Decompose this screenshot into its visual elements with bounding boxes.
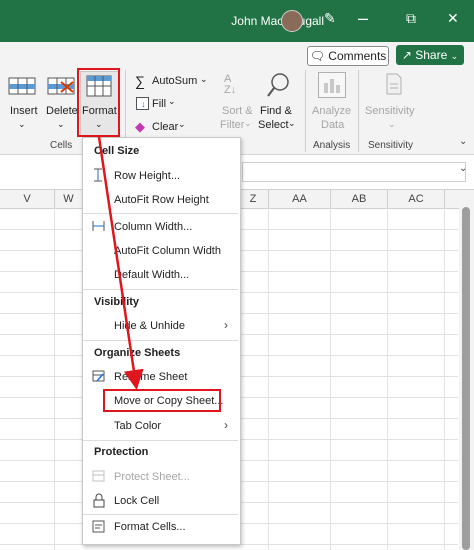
sort-filter-label-2: Filter bbox=[220, 119, 245, 131]
sensitivity-icon bbox=[383, 72, 403, 96]
rename-sheet-icon bbox=[92, 370, 105, 382]
menu-item-format-cells[interactable]: Format Cells... bbox=[114, 521, 186, 533]
menu-header-protection: Protection bbox=[94, 446, 149, 458]
chevron-down-icon: ⌄ bbox=[450, 51, 459, 61]
ribbon-divider bbox=[305, 70, 306, 152]
sort-filter-icon: A Z↓ bbox=[224, 73, 237, 96]
clear-chevron-icon[interactable]: ⌄ bbox=[178, 119, 186, 130]
chevron-right-icon: › bbox=[224, 418, 228, 432]
user-name[interactable]: John MacDougall bbox=[231, 14, 324, 28]
menu-item-default-width[interactable]: Default Width... bbox=[114, 269, 189, 281]
pen-icon[interactable]: ✎ bbox=[324, 10, 336, 27]
autosum-chevron-icon[interactable]: ⌄ bbox=[200, 74, 208, 85]
protect-sheet-icon bbox=[92, 470, 105, 482]
column-width-icon bbox=[92, 220, 105, 232]
lock-icon bbox=[92, 493, 106, 508]
restore-icon[interactable]: ⧉ bbox=[406, 10, 416, 27]
menu-item-tab-color[interactable]: Tab Color bbox=[114, 420, 161, 432]
comments-button[interactable]: 🗨 Comments bbox=[307, 46, 389, 66]
menu-divider bbox=[83, 213, 238, 214]
menu-item-autofit-column-width[interactable]: AutoFit Column Width bbox=[114, 245, 221, 257]
row-height-icon bbox=[92, 168, 105, 182]
menu-item-column-width[interactable]: Column Width... bbox=[114, 221, 192, 233]
insert-icon[interactable] bbox=[8, 76, 36, 96]
menu-header-visibility: Visibility bbox=[94, 296, 140, 308]
group-label-cells: Cells bbox=[50, 140, 73, 151]
menu-item-hide-unhide[interactable]: Hide & Unhide bbox=[114, 320, 185, 332]
sort-filter-label-1: Sort & bbox=[222, 105, 253, 117]
group-label-sensitivity: Sensitivity bbox=[368, 140, 414, 151]
share-label: Share bbox=[415, 48, 448, 62]
grid-line bbox=[387, 208, 388, 550]
autosum-icon[interactable]: ∑ bbox=[135, 73, 145, 89]
menu-divider bbox=[83, 340, 238, 341]
sort-filter-chevron-icon: ⌄ bbox=[244, 118, 252, 128]
grid-line bbox=[444, 208, 445, 550]
fill-icon[interactable]: ↓ bbox=[136, 97, 149, 110]
menu-divider bbox=[83, 514, 238, 515]
menu-item-rename-sheet[interactable]: Rename Sheet bbox=[114, 371, 187, 383]
ribbon-divider bbox=[358, 70, 359, 152]
magnifier-icon[interactable] bbox=[266, 72, 290, 101]
fill-label[interactable]: Fill bbox=[152, 98, 166, 110]
sensitivity-label: Sensitivity bbox=[365, 105, 415, 117]
find-select-label-1[interactable]: Find & bbox=[260, 105, 292, 117]
column-header[interactable]: AB bbox=[331, 190, 388, 208]
share-icon: ↗ bbox=[401, 48, 412, 62]
move-copy-highlight bbox=[103, 389, 221, 412]
insert-chevron-icon[interactable]: ⌄ bbox=[18, 119, 26, 130]
column-header[interactable]: V bbox=[0, 190, 55, 208]
find-select-label-2[interactable]: Select bbox=[258, 119, 289, 131]
clear-label[interactable]: Clear bbox=[152, 121, 178, 133]
delete-label[interactable]: Delete bbox=[46, 105, 78, 117]
share-button[interactable]: ↗ Share ⌄ bbox=[396, 45, 464, 65]
menu-divider bbox=[83, 440, 238, 441]
title-bar: John MacDougall bbox=[0, 0, 474, 42]
analyze-data-label-1: Analyze bbox=[312, 105, 352, 117]
find-select-chevron-icon[interactable]: ⌄ bbox=[288, 118, 296, 129]
analyze-data-label-2: Data bbox=[321, 119, 345, 131]
scrollbar-thumb[interactable] bbox=[462, 207, 470, 550]
grid-line bbox=[330, 208, 331, 550]
avatar[interactable] bbox=[281, 10, 303, 32]
sensitivity-chevron-icon: ⌄ bbox=[388, 119, 396, 129]
grid-line bbox=[268, 208, 269, 550]
formula-input[interactable] bbox=[242, 162, 466, 182]
delete-chevron-icon[interactable]: ⌄ bbox=[57, 119, 65, 130]
eraser-icon[interactable]: ◆ bbox=[135, 119, 145, 135]
insert-label[interactable]: Insert bbox=[10, 105, 38, 117]
analyze-data-icon bbox=[318, 72, 346, 98]
column-header[interactable]: W bbox=[55, 190, 83, 208]
grid-line bbox=[54, 208, 55, 550]
delete-icon[interactable] bbox=[47, 76, 75, 96]
comments-label: Comments bbox=[328, 49, 387, 63]
minimize-icon[interactable]: – bbox=[358, 8, 368, 29]
format-highlight bbox=[77, 68, 120, 137]
chevron-right-icon: › bbox=[224, 318, 228, 332]
menu-item-lock-cell[interactable]: Lock Cell bbox=[114, 495, 159, 507]
column-header[interactable]: AA bbox=[269, 190, 331, 208]
menu-item-protect-sheet: Protect Sheet... bbox=[114, 471, 190, 483]
format-cells-icon bbox=[92, 520, 105, 533]
close-icon[interactable]: ✕ bbox=[447, 10, 459, 27]
formula-expand-icon[interactable]: ⌄ bbox=[459, 163, 467, 174]
menu-header-cell-size: Cell Size bbox=[94, 145, 140, 157]
comment-icon: 🗨 bbox=[309, 49, 325, 63]
ribbon-collapse-icon[interactable]: ⌄ bbox=[459, 136, 467, 147]
menu-item-row-height[interactable]: Row Height... bbox=[114, 170, 180, 182]
menu-divider bbox=[83, 289, 238, 290]
autosum-label[interactable]: AutoSum bbox=[152, 75, 197, 87]
group-label-analysis: Analysis bbox=[313, 140, 351, 151]
menu-header-organize-sheets: Organize Sheets bbox=[94, 347, 181, 359]
column-header[interactable]: AC bbox=[388, 190, 445, 208]
menu-item-autofit-row-height[interactable]: AutoFit Row Height bbox=[114, 194, 209, 206]
column-header[interactable]: Z bbox=[238, 190, 269, 208]
fill-chevron-icon[interactable]: ⌄ bbox=[168, 96, 176, 107]
